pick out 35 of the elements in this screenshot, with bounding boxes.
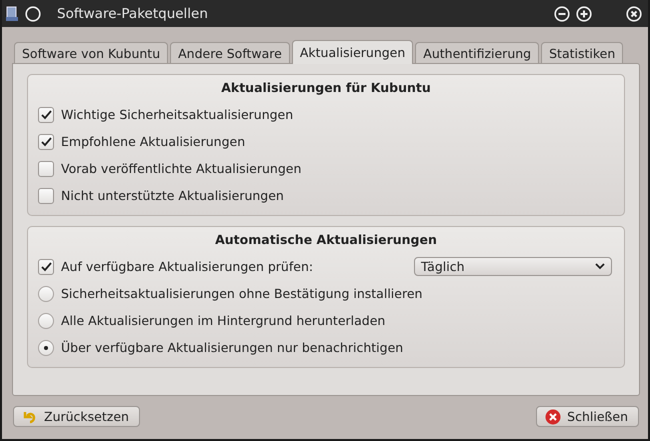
circle-icon [25, 6, 41, 22]
undo-icon [22, 410, 38, 424]
option-label: Auf verfügbare Aktualisierungen prüfen: [61, 259, 314, 274]
checkbox[interactable] [38, 160, 54, 176]
frequency-dropdown[interactable]: Täglich [414, 257, 612, 276]
close-icon[interactable] [626, 6, 642, 22]
group-title: Automatische Aktualisierungen [214, 232, 438, 247]
chevron-icon [595, 263, 605, 270]
radio-button[interactable] [38, 286, 54, 302]
option-label: Empfohlene Aktualisierungen [61, 134, 246, 149]
option-label: Alle Aktualisierungen im Hintergrund herunterladen [61, 313, 386, 328]
checkbox[interactable] [38, 106, 54, 122]
radio-button[interactable] [38, 312, 54, 328]
app-icon [5, 6, 19, 22]
tab[interactable]: Authentifizierung [415, 42, 540, 63]
tab[interactable]: Aktualisierungen [292, 40, 414, 64]
window-title: Software-Paketquellen [57, 6, 209, 22]
option-label: Vorab veröffentlichte Aktualisierungen [61, 161, 302, 176]
radio-button[interactable] [38, 340, 54, 356]
tab[interactable]: Software von Kubuntu [14, 42, 168, 63]
group-title: Aktualisierungen für Kubuntu [220, 80, 432, 95]
option-label: Über verfügbare Aktualisierungen nur benachrichtigen [61, 340, 404, 355]
checkbox[interactable] [38, 134, 54, 150]
tab[interactable]: Andere Software [170, 42, 290, 63]
tab[interactable]: Statistiken [541, 42, 624, 63]
option-label: Wichtige Sicherheitsaktualisierungen [61, 107, 294, 122]
close-button[interactable]: Schließen [536, 406, 639, 427]
option-label: Sicherheitsaktualisierungen ohne Bestätigung installieren [61, 286, 422, 301]
minimize-icon[interactable] [554, 6, 570, 22]
reset-button[interactable]: Zurücksetzen [13, 406, 140, 427]
close-icon [545, 408, 562, 424]
checkbox[interactable] [38, 258, 54, 274]
maximize-icon[interactable] [576, 6, 592, 22]
checkbox[interactable] [38, 188, 54, 204]
option-label: Nicht unterstützte Aktualisierungen [61, 188, 284, 203]
